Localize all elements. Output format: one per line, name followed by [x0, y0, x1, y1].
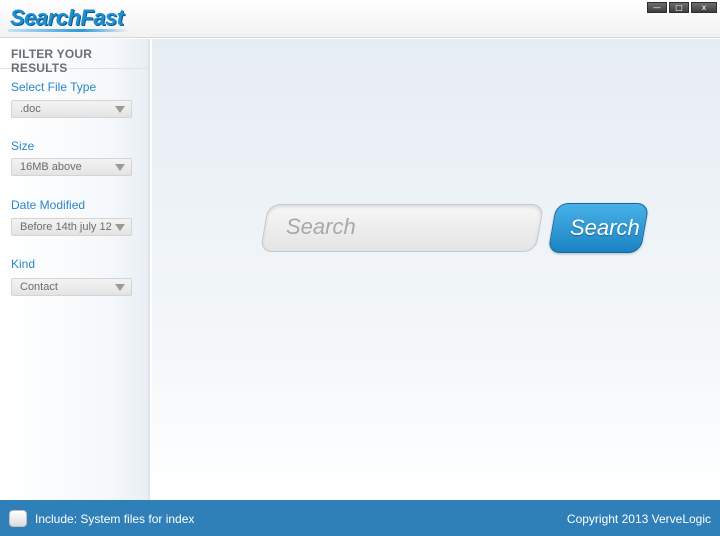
main-search-area: Search Search: [152, 39, 720, 500]
filter-label: Date Modified: [11, 198, 86, 212]
chevron-down-icon: [115, 106, 125, 113]
filter-date-modified: Date Modified Before 14th july 12: [11, 198, 132, 236]
filter-kind: Kind Contact: [11, 257, 132, 296]
window-controls: — □ x: [647, 2, 717, 13]
date-modified-dropdown[interactable]: Before 14th july 12: [11, 218, 132, 236]
kind-dropdown[interactable]: Contact: [11, 278, 132, 296]
title-bar: SearchFast — □ x: [0, 0, 720, 38]
dropdown-value: Contact: [20, 281, 58, 293]
footer-bar: Include: System files for index Copyrigh…: [0, 500, 720, 536]
minimize-button[interactable]: —: [647, 2, 667, 13]
dropdown-value: 16MB above: [20, 161, 82, 173]
maximize-button[interactable]: □: [669, 2, 689, 13]
dropdown-value: .doc: [20, 103, 41, 115]
chevron-down-icon: [115, 224, 125, 231]
close-button[interactable]: x: [691, 2, 717, 13]
file-type-dropdown[interactable]: .doc: [11, 100, 132, 118]
filter-label: Select File Type: [11, 80, 97, 94]
size-dropdown[interactable]: 16MB above: [11, 158, 132, 176]
chevron-down-icon: [115, 164, 125, 171]
filter-header: FILTER YOUR RESULTS: [0, 39, 148, 75]
filter-size: Size 16MB above: [11, 139, 132, 176]
search-placeholder: Search: [286, 214, 356, 239]
filter-label: Kind: [11, 257, 36, 271]
copyright-text: Copyright 2013 VerveLogic: [566, 512, 711, 526]
chevron-down-icon: [115, 284, 125, 291]
filter-file-type: Select File Type .doc: [11, 80, 132, 118]
app-logo: SearchFast: [10, 5, 124, 30]
system-files-label: Include: System files for index: [35, 512, 195, 526]
filter-label: Size: [11, 139, 35, 153]
logo-underline: [8, 29, 130, 32]
filter-sidebar: FILTER YOUR RESULTS Select File Type .do…: [0, 39, 150, 500]
dropdown-value: Before 14th july 12: [20, 221, 112, 233]
system-files-checkbox[interactable]: [9, 510, 27, 527]
search-button-label: Search: [570, 215, 640, 240]
